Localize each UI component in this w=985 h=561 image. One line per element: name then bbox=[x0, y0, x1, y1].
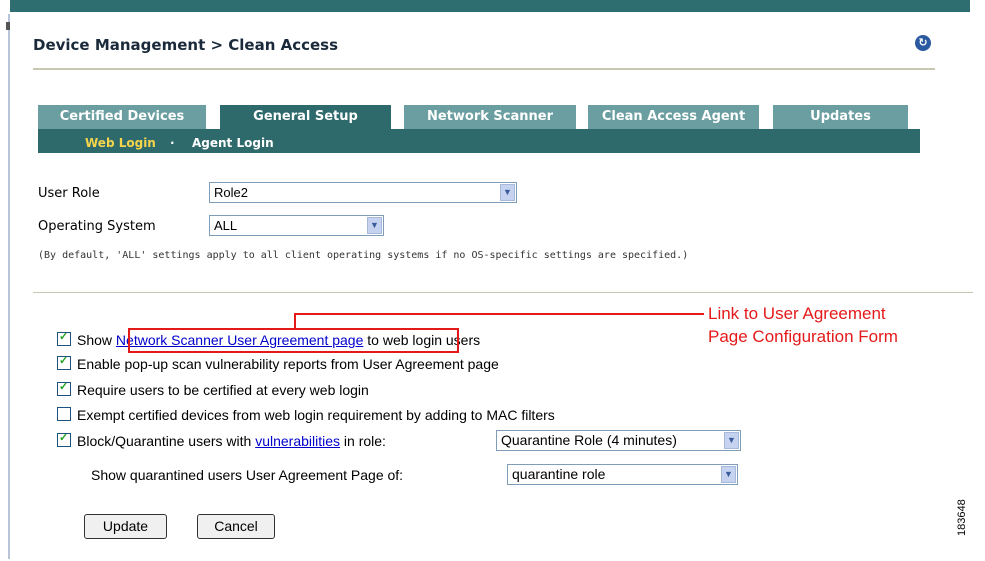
exempt-devices-checkbox[interactable] bbox=[57, 407, 71, 421]
option-popup-reports: Enable pop-up scan vulnerability reports… bbox=[57, 354, 499, 372]
callout-connector-horizontal bbox=[294, 313, 704, 315]
user-role-select[interactable]: Role2 ▼ bbox=[209, 182, 517, 203]
quarantine-page-value: quarantine role bbox=[512, 466, 606, 482]
chevron-down-icon: ▼ bbox=[724, 432, 739, 449]
require-certified-checkbox[interactable] bbox=[57, 380, 71, 396]
tab-network-scanner[interactable]: Network Scanner bbox=[404, 105, 576, 129]
callout-text: Link to User Agreement Page Configuratio… bbox=[708, 302, 898, 348]
user-role-value: Role2 bbox=[214, 185, 248, 200]
section-divider bbox=[33, 292, 973, 293]
cancel-button[interactable]: Cancel bbox=[197, 514, 275, 539]
show-agreement-checkbox[interactable] bbox=[57, 330, 71, 346]
callout-line-2: Page Configuration Form bbox=[708, 327, 898, 346]
tab-general-setup[interactable]: General Setup bbox=[220, 105, 391, 129]
subtab-web-login[interactable]: Web Login bbox=[85, 136, 156, 150]
chevron-down-icon: ▼ bbox=[500, 184, 515, 201]
require-label: Require users to be certified at every w… bbox=[77, 382, 369, 398]
popup-label: Enable pop-up scan vulnerability reports… bbox=[77, 356, 499, 372]
block-suffix: in role: bbox=[343, 433, 386, 449]
operating-system-select[interactable]: ALL ▼ bbox=[209, 215, 384, 236]
tab-certified-devices[interactable]: Certified Devices bbox=[38, 105, 206, 129]
subtab-agent-login[interactable]: Agent Login bbox=[192, 136, 274, 150]
callout-connector-vertical bbox=[294, 313, 296, 329]
title-divider bbox=[33, 68, 935, 70]
exempt-label: Exempt certified devices from web login … bbox=[77, 407, 555, 423]
left-divider bbox=[8, 14, 10, 559]
left-marker bbox=[6, 22, 10, 30]
show-prefix: Show bbox=[77, 332, 113, 348]
quarantine-role-value: Quarantine Role (4 minutes) bbox=[501, 432, 677, 448]
option-exempt-devices: Exempt certified devices from web login … bbox=[57, 407, 555, 423]
quarantine-page-label: Show quarantined users User Agreement Pa… bbox=[91, 467, 404, 483]
quarantine-role-select[interactable]: Quarantine Role (4 minutes) ▼ bbox=[496, 430, 741, 451]
chevron-down-icon: ▼ bbox=[721, 466, 736, 483]
block-quarantine-checkbox[interactable] bbox=[57, 431, 71, 447]
popup-reports-checkbox[interactable] bbox=[57, 354, 71, 370]
block-prefix: Block/Quarantine users with bbox=[77, 433, 252, 449]
tab-updates[interactable]: Updates bbox=[773, 105, 908, 129]
operating-system-value: ALL bbox=[214, 218, 238, 233]
option-block-quarantine: Block/Quarantine users with vulnerabilit… bbox=[57, 431, 386, 449]
callout-highlight-box bbox=[128, 328, 459, 353]
figure-number: 183648 bbox=[956, 499, 968, 536]
page-title: Device Management > Clean Access bbox=[33, 36, 339, 54]
operating-system-label: Operating System bbox=[38, 219, 156, 234]
subtab-separator: · bbox=[170, 136, 175, 150]
refresh-icon[interactable]: ↻ bbox=[915, 35, 931, 51]
tab-clean-access-agent[interactable]: Clean Access Agent bbox=[588, 105, 759, 129]
user-role-label: User Role bbox=[38, 186, 100, 201]
callout-line-1: Link to User Agreement bbox=[708, 304, 886, 323]
option-require-certified: Require users to be certified at every w… bbox=[57, 380, 369, 398]
top-banner bbox=[10, 0, 970, 12]
vulnerabilities-link[interactable]: vulnerabilities bbox=[255, 433, 340, 449]
os-note: (By default, 'ALL' settings apply to all… bbox=[38, 250, 689, 261]
update-button[interactable]: Update bbox=[84, 514, 167, 539]
chevron-down-icon: ▼ bbox=[367, 217, 382, 234]
quarantine-page-select[interactable]: quarantine role ▼ bbox=[507, 464, 738, 485]
